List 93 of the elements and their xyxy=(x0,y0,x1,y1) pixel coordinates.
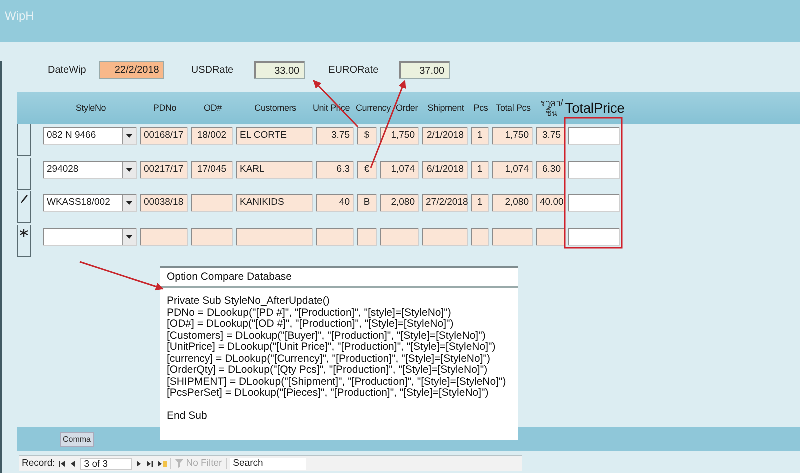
comma-button[interactable]: Comma xyxy=(60,432,94,446)
table-cell: EL CORTE xyxy=(236,127,313,145)
table-cell: B xyxy=(357,194,377,212)
record-selector[interactable] xyxy=(17,224,31,256)
code-line: Private Sub StyleNo_AfterUpdate() xyxy=(167,296,330,308)
column-header: Total Pcs xyxy=(496,103,531,113)
style-combo-box[interactable]: WKASS18/002 xyxy=(43,194,137,212)
code-line: [PcsPerSet] = DLookup("[Pieces]", "[Production]", "[Style]=[StyleNo]") xyxy=(167,388,489,400)
table-cell: 00217/17 xyxy=(140,160,188,178)
field-label: DateWip xyxy=(48,64,86,76)
table-cell: 2,080 xyxy=(492,194,533,212)
column-header: Order xyxy=(396,103,418,113)
code-line: [OD#] = DLookup("[OD #]", "[Production]", "[Style]=[StyleNo]") xyxy=(167,319,454,330)
table-cell: 2,080 xyxy=(380,194,419,212)
input-field[interactable] xyxy=(568,127,620,145)
input-field[interactable] xyxy=(568,228,620,246)
column-header: Pcs xyxy=(474,103,488,113)
last-record-icon[interactable] xyxy=(146,460,154,468)
next-record-icon[interactable] xyxy=(135,460,144,468)
table-cell: 18/002 xyxy=(191,127,233,145)
previous-record-icon[interactable] xyxy=(69,460,78,468)
table-cell: 1 xyxy=(471,160,489,178)
table-cell: 3.75 xyxy=(536,127,565,145)
table-cell xyxy=(422,228,468,246)
dropdown-arrow-icon[interactable] xyxy=(126,234,133,238)
table-cell: 40.00 xyxy=(536,194,565,212)
column-header: Customers xyxy=(254,103,296,113)
code-line: [Customers] = DLookup("[Buyer]", "[Production]", "[Style]=[StyleNo]") xyxy=(167,330,486,342)
code-header: Option Compare Database xyxy=(167,271,292,283)
table-cell: 00038/18 xyxy=(140,194,188,212)
new-record-icon[interactable] xyxy=(157,460,168,468)
search-field[interactable]: Search xyxy=(230,458,306,470)
code-line: [currency] = DLookup("[Currency]", "[Production]", "[Style]=[StyleNo]") xyxy=(167,354,490,364)
table-cell xyxy=(191,194,233,212)
record-selector[interactable] xyxy=(17,191,31,223)
table-cell: 1,074 xyxy=(492,160,533,178)
code-line: PDNo = DLookup("[PD #]", "[Production]", "[style]=[StyleNo]") xyxy=(167,308,452,318)
style-combo-box[interactable]: 082 N 9466 xyxy=(43,127,137,145)
record-label: Record: xyxy=(22,458,56,469)
table-cell xyxy=(140,228,188,246)
pencil-icon xyxy=(20,195,28,204)
table-cell xyxy=(357,228,377,246)
filter-icon xyxy=(175,459,184,468)
input-field[interactable] xyxy=(568,194,620,212)
table-cell: KANIKIDS xyxy=(236,194,313,212)
table-cell xyxy=(380,228,419,246)
table-cell: KARL xyxy=(236,160,313,178)
input-field[interactable] xyxy=(568,160,620,178)
column-header: ราคา/ชิ้น xyxy=(540,98,562,118)
column-header: Shipment xyxy=(428,103,464,113)
table-cell xyxy=(191,228,233,246)
column-header: Currency xyxy=(356,103,391,113)
code-line: [UnitPrice] = DLookup("[Unit Price]", "[Production]", "[Style]=[StyleNo]") xyxy=(167,342,496,354)
column-header: OD# xyxy=(204,103,222,113)
table-cell: 6.3 xyxy=(316,160,354,178)
table-cell: 1 xyxy=(471,127,489,145)
field-label: USDRate xyxy=(191,64,234,76)
asterisk-icon xyxy=(20,228,28,236)
code-line: End Sub xyxy=(167,410,208,422)
rate-field[interactable]: 37.00 xyxy=(398,61,450,79)
table-cell xyxy=(471,228,489,246)
rate-field[interactable]: 33.00 xyxy=(254,61,305,79)
record-position-field[interactable]: 3 of 3 xyxy=(80,458,132,470)
table-cell: $ xyxy=(357,127,377,145)
table-cell: 1,750 xyxy=(380,127,419,145)
table-cell xyxy=(316,228,354,246)
first-record-icon[interactable] xyxy=(58,460,66,468)
window-title: WipH xyxy=(5,9,34,23)
table-cell xyxy=(536,228,565,246)
table-cell: 2/1/2018 xyxy=(422,127,468,145)
code-line: [OrderQty] = DLookup("[Qty Pcs]", "[Production]", "[Style]=[StyleNo]") xyxy=(167,365,488,376)
column-header: TotalPrice xyxy=(565,100,625,116)
code-line: [SHIPMENT] = DLookup("[Shipment]", "[Production]", "[Style]=[StyleNo]") xyxy=(167,376,506,388)
dropdown-arrow-icon[interactable] xyxy=(126,168,133,172)
field-label: EURORate xyxy=(328,64,379,76)
table-cell: 1,750 xyxy=(492,127,533,145)
table-cell: 1 xyxy=(471,194,489,212)
table-cell: € xyxy=(357,160,377,178)
style-combo-box[interactable]: 294028 xyxy=(43,160,137,178)
table-cell: 00168/17 xyxy=(140,127,188,145)
table-cell xyxy=(492,228,533,246)
dropdown-arrow-icon[interactable] xyxy=(126,134,133,138)
table-cell: 6/1/2018 xyxy=(422,160,468,178)
table-cell: 17/045 xyxy=(191,160,233,178)
table-cell: 40 xyxy=(316,194,354,212)
dropdown-arrow-icon[interactable] xyxy=(126,201,133,205)
table-cell: 27/2/2018 xyxy=(422,194,468,212)
column-header: PDNo xyxy=(153,103,177,113)
table-cell: 1,074 xyxy=(380,160,419,178)
date-field[interactable]: 22/2/2018 xyxy=(99,61,164,79)
table-cell: 3.75 xyxy=(316,127,354,145)
column-header: StyleNo xyxy=(76,103,106,113)
table-cell: 6.30 xyxy=(536,160,565,178)
